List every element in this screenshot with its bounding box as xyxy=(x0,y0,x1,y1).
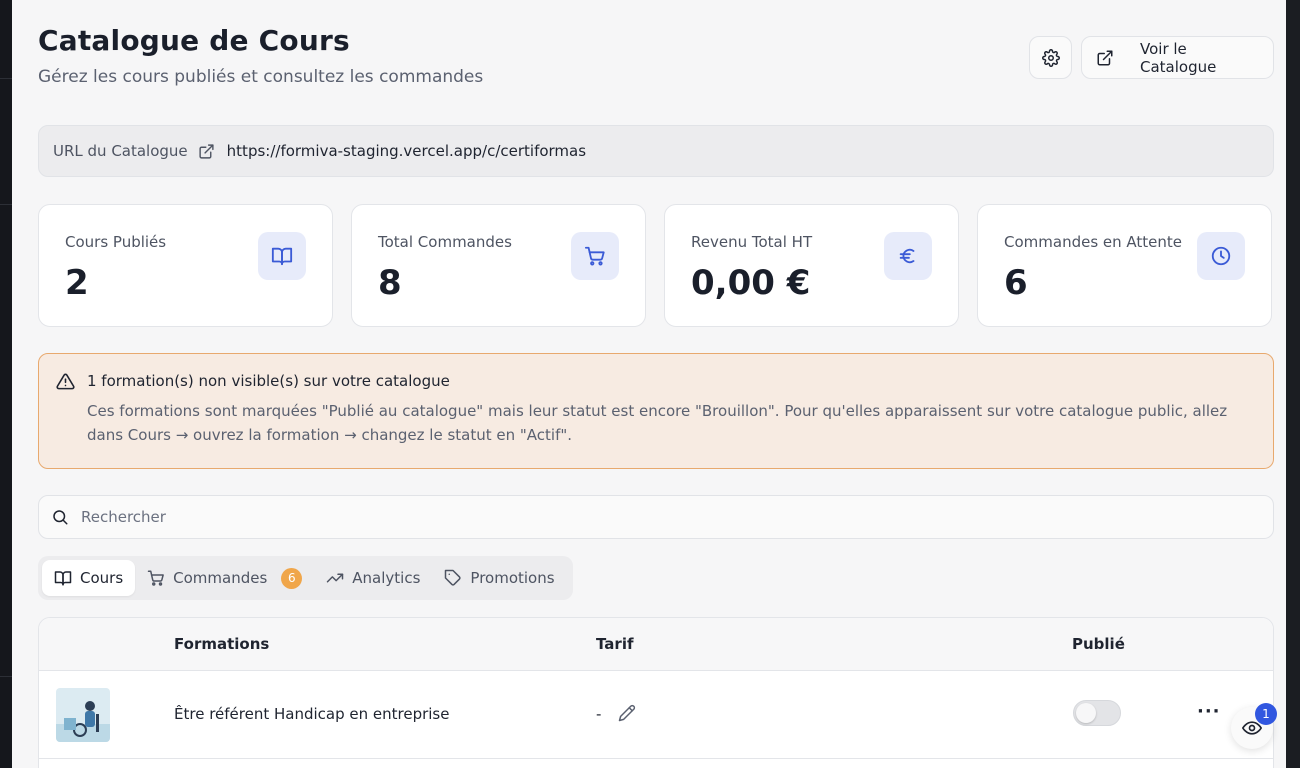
tab-promotions[interactable]: Promotions xyxy=(432,560,566,596)
search-input[interactable] xyxy=(81,508,1231,526)
page-subtitle: Gérez les cours publiés et consultez les… xyxy=(38,67,484,87)
stat-value: 8 xyxy=(378,263,402,303)
external-link-icon[interactable] xyxy=(198,143,215,160)
book-icon xyxy=(258,232,306,280)
stat-label: Revenu Total HT xyxy=(691,233,813,251)
trending-up-icon xyxy=(326,569,344,587)
view-catalog-label: Voir le Catalogue xyxy=(1140,39,1217,76)
stat-card-revenue: Revenu Total HT 0,00 € xyxy=(664,204,959,327)
stat-card-total-orders: Total Commandes 8 xyxy=(351,204,646,327)
view-catalog-button[interactable]: Voir le Catalogue xyxy=(1081,36,1274,79)
stat-label: Total Commandes xyxy=(378,233,512,251)
euro-icon xyxy=(884,232,932,280)
tab-cours[interactable]: Cours xyxy=(42,560,136,596)
stat-card-published-courses: Cours Publiés 2 xyxy=(38,204,333,327)
page-header: Catalogue de Cours Gérez les cours publi… xyxy=(38,24,483,87)
pencil-icon[interactable] xyxy=(618,704,636,722)
course-price: - xyxy=(596,705,602,723)
stat-label: Commandes en Attente xyxy=(1004,233,1183,251)
tab-label: Cours xyxy=(80,569,124,587)
search-bar[interactable] xyxy=(38,495,1274,539)
orders-count-badge: 6 xyxy=(281,567,303,589)
cart-icon xyxy=(571,232,619,280)
stat-value: 6 xyxy=(1004,263,1028,303)
course-title[interactable]: Être référent Handicap en entreprise xyxy=(174,705,449,723)
external-link-icon xyxy=(1096,49,1114,67)
table-row[interactable]: Être référent Handicap en entreprise - ·… xyxy=(39,671,1273,759)
tab-bar: Cours Commandes 6 Analytics Promotions xyxy=(38,556,573,600)
catalog-url-link[interactable]: https://formiva-staging.vercel.app/c/cer… xyxy=(227,142,586,160)
gear-icon xyxy=(1041,48,1060,67)
book-icon xyxy=(54,569,72,587)
tab-commandes[interactable]: Commandes 6 xyxy=(135,560,314,596)
column-header-formations: Formations xyxy=(174,635,270,653)
alert-body: Ces formations sont marquées "Publié au … xyxy=(87,402,1228,444)
warning-icon xyxy=(56,372,75,391)
cart-icon xyxy=(147,569,165,587)
stat-value: 0,00 € xyxy=(691,263,811,303)
tab-analytics[interactable]: Analytics xyxy=(314,560,432,596)
notification-badge: 1 xyxy=(1255,703,1277,725)
courses-table: Formations Tarif Publié Être référent Ha… xyxy=(38,617,1274,768)
page-title: Catalogue de Cours xyxy=(38,24,350,57)
course-thumbnail xyxy=(56,688,110,742)
catalog-url-bar: URL du Catalogue https://formiva-staging… xyxy=(38,125,1274,177)
tab-label: Promotions xyxy=(470,569,555,587)
column-header-tarif: Tarif xyxy=(596,635,634,653)
stat-card-pending-orders: Commandes en Attente 6 xyxy=(977,204,1272,327)
more-options-icon[interactable]: ··· xyxy=(1197,701,1221,722)
search-icon xyxy=(51,508,69,526)
table-header: Formations Tarif Publié xyxy=(39,618,1273,671)
stat-value: 2 xyxy=(65,263,89,303)
publish-toggle[interactable] xyxy=(1073,700,1121,726)
window-edge xyxy=(1286,0,1300,768)
toggle-knob xyxy=(1076,703,1096,723)
tab-label: Commandes xyxy=(173,569,268,587)
alert-title: 1 formation(s) non visible(s) sur votre … xyxy=(87,372,450,390)
settings-button[interactable] xyxy=(1029,36,1072,79)
column-header-publie: Publié xyxy=(1072,635,1125,653)
main-content: Catalogue de Cours Gérez les cours publi… xyxy=(12,0,1286,768)
visibility-warning-alert: 1 formation(s) non visible(s) sur votre … xyxy=(38,353,1274,469)
tag-icon xyxy=(444,569,462,587)
clock-icon xyxy=(1197,232,1245,280)
stat-label: Cours Publiés xyxy=(65,233,167,251)
tab-label: Analytics xyxy=(352,569,421,587)
catalog-url-label: URL du Catalogue xyxy=(53,142,188,160)
app-sidebar-edge xyxy=(0,0,12,768)
